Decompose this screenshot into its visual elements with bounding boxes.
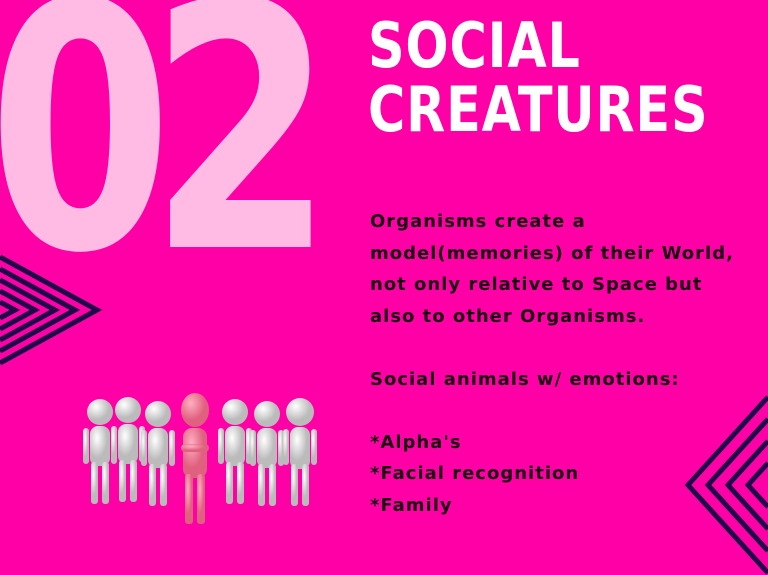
leader-figure bbox=[181, 393, 209, 524]
title-line: CREATURES bbox=[368, 73, 709, 146]
bullet-item: *Facial recognition bbox=[370, 463, 580, 484]
bullet-item: *Family bbox=[370, 494, 453, 516]
title-line: SOCIAL bbox=[368, 9, 581, 82]
paragraph-line: also to other Organisms. bbox=[370, 305, 646, 327]
paragraph-line: model(memories) of their World, bbox=[370, 242, 734, 264]
bullet-item: *Alpha's bbox=[370, 431, 462, 453]
slide-body: Organisms create a model(memories) of th… bbox=[370, 206, 734, 521]
slide-title: SOCIAL CREATURES bbox=[368, 14, 708, 142]
paragraph-line: not only relative to Space but bbox=[370, 274, 703, 295]
slide-number: 02 bbox=[0, 0, 334, 328]
paragraph-line: Organisms create a bbox=[370, 211, 586, 232]
subheading: Social animals w/ emotions: bbox=[370, 368, 680, 390]
